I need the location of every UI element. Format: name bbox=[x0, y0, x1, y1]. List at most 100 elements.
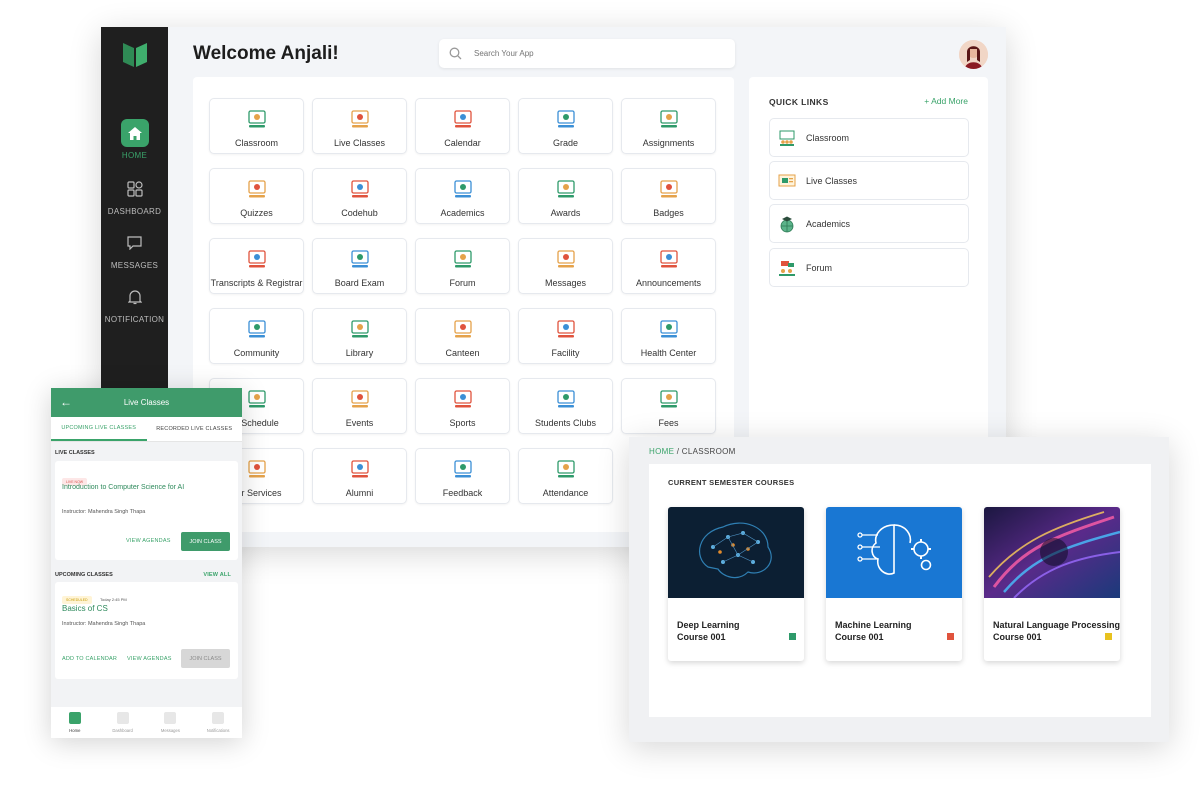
app-tile-label: Calendar bbox=[444, 138, 481, 148]
library-icon bbox=[350, 320, 369, 338]
mobile-bottom-nav: Home Dashboard Messages Notifications bbox=[51, 707, 242, 738]
forum-icon bbox=[779, 260, 795, 276]
breadcrumb-home[interactable]: HOME bbox=[649, 447, 674, 456]
live-class-card[interactable]: LIVE NOW Introduction to Computer Scienc… bbox=[55, 461, 238, 560]
app-tile-feedback[interactable]: Feedback bbox=[415, 448, 510, 504]
sidebar-item-messages[interactable]: MESSAGES bbox=[101, 229, 168, 270]
app-tile-academics[interactable]: Academics bbox=[415, 168, 510, 224]
app-tile-sports[interactable]: Sports bbox=[415, 378, 510, 434]
canteen-icon bbox=[453, 320, 472, 338]
class-title[interactable]: Basics of CS bbox=[62, 604, 108, 613]
sidebar-item-dashboard[interactable]: DASHBOARD bbox=[101, 175, 168, 216]
app-tile-board-exam[interactable]: Board Exam bbox=[312, 238, 407, 294]
home-icon bbox=[120, 119, 149, 147]
app-tile-transcripts-registrar[interactable]: Transcripts & Registrar bbox=[209, 238, 304, 294]
app-tile-calendar[interactable]: Calendar bbox=[415, 98, 510, 154]
view-agendas-link[interactable]: VIEW AGENDAS bbox=[126, 538, 171, 544]
sidebar-item-home[interactable]: HOME bbox=[101, 119, 168, 160]
course-card-deep-learning[interactable]: Deep Learning Course 001 bbox=[668, 507, 804, 661]
back-arrow-icon[interactable]: ← bbox=[60, 395, 72, 409]
add-to-calendar-link[interactable]: ADD TO CALENDAR bbox=[62, 656, 117, 662]
app-tile-label: Alumni bbox=[345, 488, 374, 498]
app-tile-messages[interactable]: Messages bbox=[518, 238, 613, 294]
app-tile-facility[interactable]: Facility bbox=[518, 308, 613, 364]
class-title[interactable]: Introduction to Computer Science for AI bbox=[62, 483, 192, 492]
app-tile-label: Awards bbox=[550, 208, 581, 218]
avatar[interactable] bbox=[959, 40, 988, 69]
app-tile-students-clubs[interactable]: Students Clubs bbox=[518, 378, 613, 434]
add-more-button[interactable]: + Add More bbox=[924, 96, 968, 106]
app-tile-events[interactable]: Events bbox=[312, 378, 407, 434]
app-tile-alumni[interactable]: Alumni bbox=[312, 448, 407, 504]
app-tile-live-classes[interactable]: Live Classes bbox=[312, 98, 407, 154]
course-card-nlp[interactable]: Natural Language Processing Course 001 bbox=[984, 507, 1120, 661]
app-logo bbox=[123, 43, 147, 67]
app-tile-forum[interactable]: Forum bbox=[415, 238, 510, 294]
course-code: Course 001 bbox=[993, 632, 1042, 642]
tab-upcoming-live-classes[interactable]: UPCOMING LIVE CLASSES bbox=[51, 417, 147, 441]
mobile-nav-label: Dashboard bbox=[112, 728, 133, 733]
page-title: Welcome Anjali! bbox=[193, 43, 339, 64]
search-input[interactable] bbox=[474, 49, 704, 58]
app-tile-library[interactable]: Library bbox=[312, 308, 407, 364]
quick-link-academics[interactable]: Academics bbox=[769, 204, 969, 243]
course-color-marker bbox=[789, 633, 796, 640]
app-tile-label: Assignments bbox=[642, 138, 695, 148]
section-title: CURRENT SEMESTER COURSES bbox=[668, 478, 795, 487]
view-agendas-link[interactable]: VIEW AGENDAS bbox=[127, 656, 172, 662]
search-bar[interactable] bbox=[439, 39, 735, 68]
app-tile-quizzes[interactable]: Quizzes bbox=[209, 168, 304, 224]
app-tile-label: Quizzes bbox=[240, 208, 273, 218]
quick-link-label: Classroom bbox=[806, 132, 850, 143]
app-tile-canteen[interactable]: Canteen bbox=[415, 308, 510, 364]
join-class-button-disabled[interactable]: JOIN CLASS bbox=[181, 649, 230, 668]
quick-link-classroom[interactable]: Classroom bbox=[769, 118, 969, 157]
quick-link-live-classes[interactable]: Live Classes bbox=[769, 161, 969, 200]
app-tile-badges[interactable]: Badges bbox=[621, 168, 716, 224]
view-all-link[interactable]: VIEW ALL bbox=[203, 572, 231, 578]
app-tile-label: Board Exam bbox=[334, 278, 385, 288]
app-tile-label: Canteen bbox=[445, 348, 480, 358]
app-tile-assignments[interactable]: Assignments bbox=[621, 98, 716, 154]
join-class-button[interactable]: JOIN CLASS bbox=[181, 532, 230, 551]
messages-icon bbox=[556, 250, 575, 268]
app-tile-label: Health Center bbox=[640, 348, 697, 358]
mobile-nav-dashboard[interactable]: Dashboard bbox=[99, 707, 147, 738]
app-tile-label: Academics bbox=[440, 208, 485, 218]
sidebar-item-notification[interactable]: NOTIFICATION bbox=[101, 283, 168, 324]
app-tile-awards[interactable]: Awards bbox=[518, 168, 613, 224]
class-time: Today 2:45 PM bbox=[100, 597, 127, 602]
course-color-marker bbox=[1105, 633, 1112, 640]
instructor-name: Instructor: Mahendra Singh Thapa bbox=[62, 509, 146, 515]
mobile-nav-notifications[interactable]: Notifications bbox=[194, 707, 242, 738]
health-center-icon bbox=[659, 320, 678, 338]
transcripts-registrar-icon bbox=[247, 250, 266, 268]
dashboard-icon bbox=[116, 712, 129, 724]
home-icon bbox=[68, 712, 81, 724]
students-clubs-icon bbox=[556, 390, 575, 408]
app-tile-classroom[interactable]: Classroom bbox=[209, 98, 304, 154]
app-tile-codehub[interactable]: Codehub bbox=[312, 168, 407, 224]
app-tile-attendance[interactable]: Attendance bbox=[518, 448, 613, 504]
app-tile-announcements[interactable]: Announcements bbox=[621, 238, 716, 294]
app-tile-grade[interactable]: Grade bbox=[518, 98, 613, 154]
app-tile-health-center[interactable]: Health Center bbox=[621, 308, 716, 364]
academics-icon bbox=[453, 180, 472, 198]
awards-icon bbox=[556, 180, 575, 198]
app-tile-community[interactable]: Community bbox=[209, 308, 304, 364]
machine-learning-image bbox=[826, 507, 962, 598]
app-tile-fees[interactable]: Fees bbox=[621, 378, 716, 434]
app-tile-label: Events bbox=[345, 418, 374, 428]
course-title: Machine Learning bbox=[835, 620, 912, 630]
tab-recorded-live-classes[interactable]: RECORDED LIVE CLASSES bbox=[147, 417, 243, 441]
app-tile-label: Messages bbox=[544, 278, 587, 288]
upcoming-class-card[interactable]: SCHEDULED Today 2:45 PM Basics of CS Ins… bbox=[55, 582, 238, 679]
quick-link-forum[interactable]: Forum bbox=[769, 248, 969, 287]
message-icon bbox=[164, 712, 177, 724]
mobile-nav-home[interactable]: Home bbox=[51, 707, 99, 738]
app-tile-label: Attendance bbox=[542, 488, 589, 498]
quizzes-icon bbox=[247, 180, 266, 198]
course-card-machine-learning[interactable]: Machine Learning Course 001 bbox=[826, 507, 962, 661]
mobile-nav-messages[interactable]: Messages bbox=[147, 707, 195, 738]
quick-link-label: Academics bbox=[806, 218, 851, 229]
